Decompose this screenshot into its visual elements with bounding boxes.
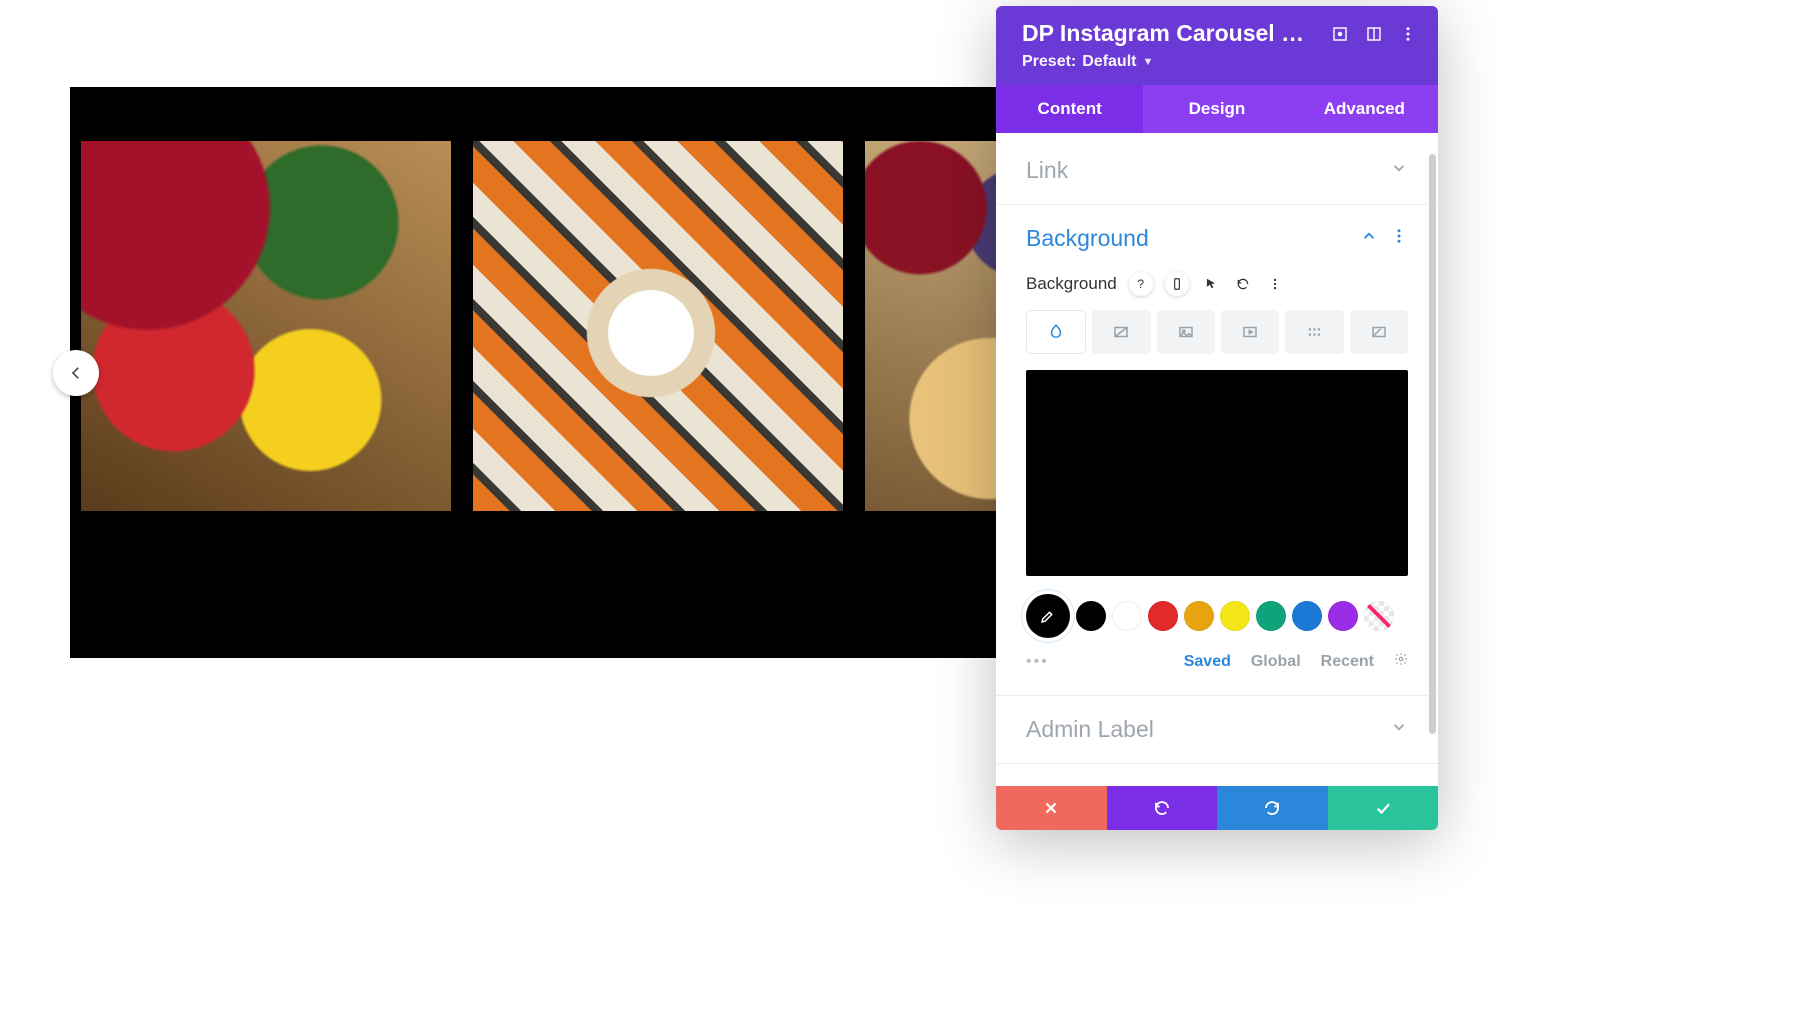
palette-swatch[interactable] xyxy=(1220,601,1250,631)
palette-swatch[interactable] xyxy=(1184,601,1214,631)
chevron-down-icon xyxy=(1390,718,1408,741)
panel-tabs: Content Design Advanced xyxy=(996,85,1438,133)
bg-type-gradient[interactable] xyxy=(1092,310,1150,354)
background-option-label: Background xyxy=(1026,274,1117,294)
section-link-title: Link xyxy=(1026,157,1068,184)
panel-header: DP Instagram Carousel Setti… Preset: Def… xyxy=(996,6,1438,85)
panel-scrollbar[interactable] xyxy=(1429,154,1436,734)
panel-body: Link Background xyxy=(996,137,1438,786)
save-button[interactable] xyxy=(1328,786,1439,830)
panel-action-bar xyxy=(996,786,1438,830)
option-kebab-icon[interactable] xyxy=(1265,274,1285,294)
background-type-tabs xyxy=(1026,310,1408,354)
section-kebab-icon[interactable] xyxy=(1390,227,1408,250)
redo-button[interactable] xyxy=(1217,786,1328,830)
palette-swatch[interactable] xyxy=(1076,601,1106,631)
section-background-title: Background xyxy=(1026,225,1149,252)
palette-swatch[interactable] xyxy=(1328,601,1358,631)
palette-more-icon[interactable]: ••• xyxy=(1026,653,1049,671)
settings-panel: DP Instagram Carousel Setti… Preset: Def… xyxy=(996,6,1438,830)
section-admin-label-title: Admin Label xyxy=(1026,716,1154,743)
palette-tab-recent[interactable]: Recent xyxy=(1321,653,1374,671)
reset-icon[interactable] xyxy=(1233,274,1253,294)
palette-tab-saved[interactable]: Saved xyxy=(1184,653,1231,671)
palette-swatch[interactable] xyxy=(1112,601,1142,631)
color-palette xyxy=(1026,594,1408,638)
chevron-down-icon xyxy=(1390,159,1408,182)
bg-type-mask[interactable] xyxy=(1350,310,1408,354)
bg-type-image[interactable] xyxy=(1157,310,1215,354)
eyedropper-button[interactable] xyxy=(1026,594,1070,638)
section-admin-label-toggle[interactable]: Admin Label xyxy=(996,696,1438,763)
palette-swatch-none[interactable] xyxy=(1364,601,1394,631)
section-background-body: Background ? xyxy=(996,272,1438,695)
bg-type-video[interactable] xyxy=(1221,310,1279,354)
snap-icon[interactable] xyxy=(1364,24,1384,44)
section-background-toggle[interactable]: Background xyxy=(996,205,1438,272)
tab-advanced[interactable]: Advanced xyxy=(1291,85,1438,133)
chevron-up-icon xyxy=(1360,227,1378,250)
carousel-slide[interactable] xyxy=(473,141,843,511)
background-color-swatch[interactable] xyxy=(1026,370,1408,576)
hover-cursor-icon[interactable] xyxy=(1201,274,1221,294)
section-link-toggle[interactable]: Link xyxy=(996,137,1438,204)
palette-tab-global[interactable]: Global xyxy=(1251,653,1301,671)
palette-swatch[interactable] xyxy=(1256,601,1286,631)
carousel-slide[interactable] xyxy=(81,141,451,511)
preset-value: Default xyxy=(1082,53,1136,71)
cancel-button[interactable] xyxy=(996,786,1107,830)
panel-title: DP Instagram Carousel Setti… xyxy=(1022,20,1316,47)
kebab-icon[interactable] xyxy=(1398,24,1418,44)
palette-swatch[interactable] xyxy=(1292,601,1322,631)
chevron-down-icon: ▼ xyxy=(1142,56,1153,68)
preset-dropdown[interactable]: Preset: Default ▼ xyxy=(1022,53,1418,71)
help-icon[interactable]: ? xyxy=(1129,272,1153,296)
tab-design[interactable]: Design xyxy=(1143,85,1290,133)
palette-swatch[interactable] xyxy=(1148,601,1178,631)
carousel-prev-button[interactable] xyxy=(53,350,99,396)
preset-prefix: Preset: xyxy=(1022,53,1076,71)
bg-type-pattern[interactable] xyxy=(1285,310,1343,354)
responsive-phone-icon[interactable] xyxy=(1165,272,1189,296)
bg-type-color[interactable] xyxy=(1026,310,1086,354)
gear-icon[interactable] xyxy=(1394,652,1408,671)
undo-button[interactable] xyxy=(1107,786,1218,830)
expand-icon[interactable] xyxy=(1330,24,1350,44)
carousel-slides xyxy=(81,141,1115,511)
tab-content[interactable]: Content xyxy=(996,85,1143,133)
